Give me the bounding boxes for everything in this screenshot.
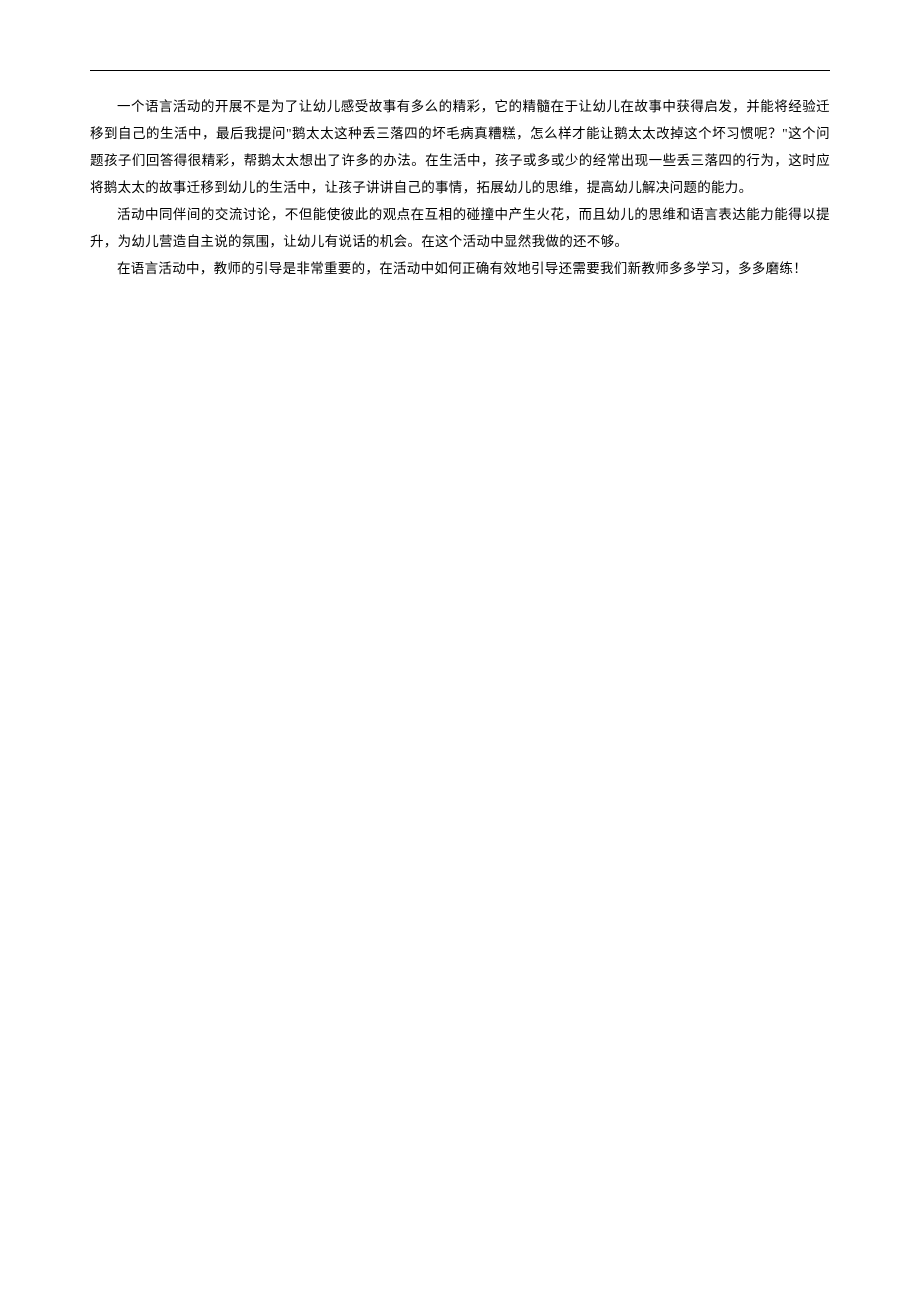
paragraph-1: 一个语言活动的开展不是为了让幼儿感受故事有多么的精彩，它的精髓在于让幼儿在故事中… — [90, 93, 830, 201]
paragraph-2: 活动中同伴间的交流讨论，不但能使彼此的观点在互相的碰撞中产生火花，而且幼儿的思维… — [90, 201, 830, 255]
horizontal-divider — [90, 70, 830, 71]
paragraph-3: 在语言活动中，教师的引导是非常重要的，在活动中如何正确有效地引导还需要我们新教师… — [90, 255, 830, 282]
